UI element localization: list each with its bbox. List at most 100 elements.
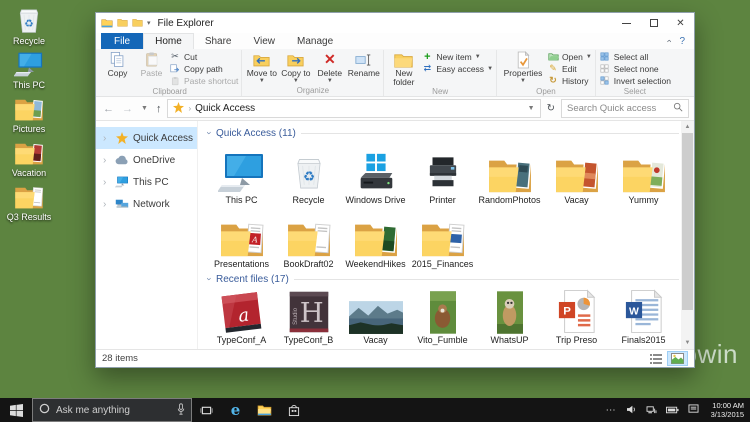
breadcrumb-path[interactable]: Quick Access (195, 103, 255, 114)
select-all-button[interactable]: Select all (599, 51, 671, 62)
scrollbar-thumb[interactable] (682, 133, 693, 310)
file-item[interactable]: WhatsUP (476, 288, 543, 346)
file-item[interactable]: P Trip Preso (543, 288, 610, 346)
search-input[interactable]: Search Quick access (561, 99, 689, 118)
file-item[interactable]: Vacay (543, 142, 610, 206)
desktop-icon[interactable]: ♻ Recycle (3, 5, 55, 46)
start-button[interactable] (0, 398, 32, 422)
forward-button[interactable]: → (120, 103, 135, 115)
taskbar-clock[interactable]: 10:00 AM 3/13/2015 (711, 401, 744, 420)
expander-chevron-icon[interactable]: › (103, 199, 110, 210)
section-header-recent-files[interactable]: › Recent files (17) (208, 272, 679, 286)
edit-button[interactable]: ✎ Edit (547, 63, 592, 74)
recent-locations-caret-icon[interactable]: ▼ (139, 105, 150, 112)
desktop-icon[interactable]: Q3 Results (3, 181, 55, 222)
tab-file[interactable]: File (101, 33, 143, 49)
tab-home[interactable]: Home (143, 33, 194, 49)
file-item[interactable]: This PC (208, 142, 275, 206)
select-none-button[interactable]: Select none (599, 63, 671, 74)
move-to-button[interactable]: Move to▼ (245, 50, 278, 84)
scroll-up-icon[interactable]: ▲ (685, 122, 691, 132)
file-item[interactable]: WeekendHikes (342, 206, 409, 270)
sidebar-item[interactable]: › Network (96, 193, 197, 215)
file-item[interactable]: 2015_Finances (409, 206, 476, 270)
sidebar-item[interactable]: › This PC (96, 171, 197, 193)
close-button[interactable]: ✕ (667, 13, 694, 33)
volume-icon[interactable] (626, 401, 637, 419)
search-icon (673, 102, 683, 115)
svg-text:Studio: Studio (293, 307, 299, 325)
help-icon[interactable]: ? (679, 36, 685, 47)
cut-button[interactable]: ✂ Cut (169, 51, 238, 62)
taskbar: Ask me anything e ⋯ 10:00 AM 3/13/2015 (0, 398, 750, 422)
file-item[interactable]: Yummy (610, 142, 677, 206)
paste-shortcut-button[interactable]: Paste shortcut (169, 75, 238, 86)
file-item[interactable]: RandomPhotos (476, 142, 543, 206)
task-view-button[interactable] (192, 398, 221, 422)
details-view-button[interactable] (647, 351, 665, 366)
network-icon[interactable] (646, 401, 657, 419)
file-item[interactable]: A Presentations (208, 206, 275, 270)
file-item[interactable]: HStudio TypeConf_B (275, 288, 342, 346)
tab-view[interactable]: View (243, 33, 287, 49)
desktop-icon[interactable]: This PC (3, 49, 55, 90)
section-header-quick-access[interactable]: › Quick Access (11) (208, 126, 679, 140)
qat-customize-caret-icon[interactable]: ▾ (147, 19, 151, 27)
vertical-scrollbar[interactable]: ▲ ▼ (681, 121, 694, 349)
store-button[interactable] (279, 398, 308, 422)
minimize-ribbon-icon[interactable]: › (664, 40, 674, 43)
action-center-icon[interactable] (688, 401, 699, 419)
microphone-icon[interactable] (177, 403, 185, 418)
internet-explorer-button[interactable]: e (221, 398, 250, 422)
paste-button[interactable]: Paste (135, 50, 168, 78)
qat-folder-icon[interactable] (117, 18, 128, 29)
title-bar[interactable]: ▾ File Explorer ✕ (96, 13, 694, 33)
expander-chevron-icon[interactable]: › (103, 155, 110, 166)
file-item[interactable]: Windows Drive (342, 142, 409, 206)
desktop-icon[interactable]: Pictures (3, 93, 55, 134)
collapse-section-icon[interactable]: › (205, 132, 215, 135)
back-button[interactable]: ← (101, 103, 116, 115)
file-item[interactable]: W Finals2015 (610, 288, 677, 346)
file-item[interactable]: ♻ Recycle (275, 142, 342, 206)
properties-button[interactable]: Properties▼ (500, 50, 546, 84)
open-button[interactable]: Open▼ (547, 51, 592, 62)
invert-selection-button[interactable]: Invert selection (599, 75, 671, 86)
file-explorer-button[interactable] (250, 398, 279, 422)
folder-yummy-icon (621, 142, 667, 195)
qat-folder2-icon[interactable] (132, 18, 143, 29)
file-item[interactable]: Vacay (342, 288, 409, 346)
copy-to-button[interactable]: Copy to▼ (279, 50, 312, 84)
sidebar-item[interactable]: › Quick Access (96, 127, 197, 149)
new-folder-button[interactable]: New folder (387, 50, 420, 87)
refresh-button[interactable]: ↻ (545, 103, 557, 114)
battery-icon[interactable] (666, 401, 679, 419)
tab-manage[interactable]: Manage (286, 33, 344, 49)
tray-overflow-icon[interactable]: ⋯ (606, 405, 617, 416)
expander-chevron-icon[interactable]: › (103, 177, 110, 188)
file-item[interactable]: BookDraft02 (275, 206, 342, 270)
scroll-down-icon[interactable]: ▼ (685, 338, 691, 348)
new-item-button[interactable]: + New item▼ (421, 51, 493, 62)
copy-button[interactable]: Copy (101, 50, 134, 78)
delete-button[interactable]: ✕ Delete▼ (313, 50, 346, 84)
address-dropdown-caret-icon[interactable]: ▼ (528, 105, 535, 112)
taskbar-search-input[interactable]: Ask me anything (32, 398, 192, 422)
file-item[interactable]: Printer (409, 142, 476, 206)
tab-share[interactable]: Share (194, 33, 243, 49)
desktop-icon[interactable]: Vacation (3, 137, 55, 178)
minimize-button[interactable] (613, 13, 640, 33)
easy-access-button[interactable]: ⇄ Easy access▼ (421, 63, 493, 74)
file-item[interactable]: a TypeConf_A (208, 288, 275, 346)
maximize-button[interactable] (640, 13, 667, 33)
collapse-section-icon[interactable]: › (205, 278, 215, 281)
rename-button[interactable]: Rename (347, 50, 380, 78)
up-button[interactable]: ↑ (154, 103, 164, 115)
history-button[interactable]: ↻ History (547, 75, 592, 86)
thumbnail-view-button[interactable] (667, 351, 688, 366)
expander-chevron-icon[interactable]: › (103, 133, 110, 144)
address-input[interactable]: › Quick Access ▼ (167, 99, 540, 118)
file-item[interactable]: Vito_Fumble (409, 288, 476, 346)
sidebar-item[interactable]: › OneDrive (96, 149, 197, 171)
copy-path-button[interactable]: Copy path (169, 63, 238, 74)
